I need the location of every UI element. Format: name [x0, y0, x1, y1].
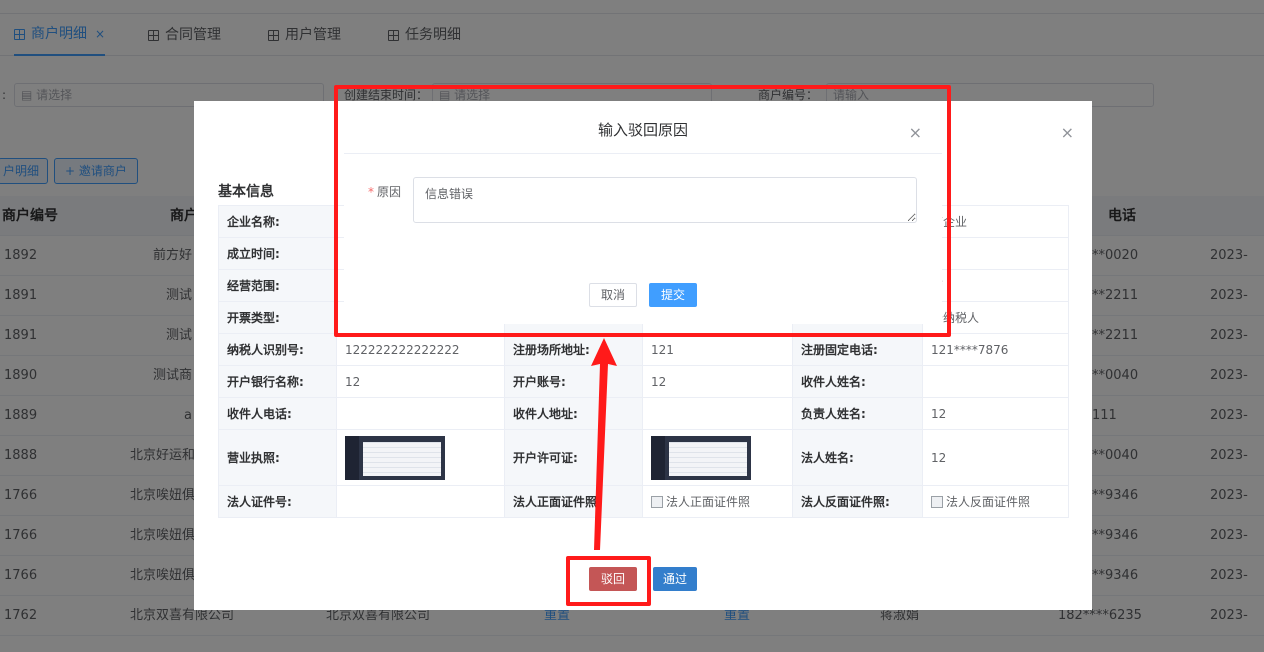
close-icon[interactable]: ×: [1061, 123, 1074, 142]
field-value: [642, 397, 793, 430]
field-label: 营业执照:: [218, 429, 337, 486]
field-label: 法人证件号:: [218, 485, 337, 518]
field-label: 法人姓名:: [792, 429, 923, 486]
field-label: 纳税人识别号:: [218, 333, 337, 366]
broken-image-icon: [931, 495, 943, 508]
field-value: [336, 397, 505, 430]
annotation-highlight-reject-button: [566, 556, 651, 606]
field-label: 成立时间:: [218, 237, 337, 270]
field-value: [922, 365, 1069, 398]
field-label: 注册固定电话:: [792, 333, 923, 366]
section-title: 基本信息: [218, 184, 274, 200]
field-label: 经营范围:: [218, 269, 337, 302]
field-value: 121: [642, 333, 793, 366]
field-value: 122222222222222: [336, 333, 505, 366]
field-value: 12: [336, 365, 505, 398]
field-label: 法人反面证件照:: [792, 485, 923, 518]
field-label: 收件人姓名:: [792, 365, 923, 398]
field-label: 企业名称:: [218, 205, 337, 238]
field-value: [336, 485, 505, 518]
field-label: 开票类型:: [218, 301, 337, 334]
legal-id-back-image[interactable]: 法人反面证件照: [931, 493, 1060, 510]
legal-id-front-image[interactable]: 法人正面证件照: [651, 493, 784, 510]
account-permit-image[interactable]: [651, 435, 751, 480]
field-label: 开户银行名称:: [218, 365, 337, 398]
field-label: 负责人姓名:: [792, 397, 923, 430]
approve-button[interactable]: 通过: [653, 567, 697, 591]
field-value: 12: [642, 365, 793, 398]
annotation-highlight-reason-dialog: [334, 85, 951, 337]
broken-image-icon: [651, 495, 663, 508]
annotation-arrow-icon: [591, 338, 617, 550]
field-label: 收件人电话:: [218, 397, 337, 430]
field-value: 12: [922, 397, 1069, 430]
field-value: 121****7876: [922, 333, 1069, 366]
business-license-image[interactable]: [345, 435, 445, 480]
field-value: 12: [922, 429, 1069, 486]
